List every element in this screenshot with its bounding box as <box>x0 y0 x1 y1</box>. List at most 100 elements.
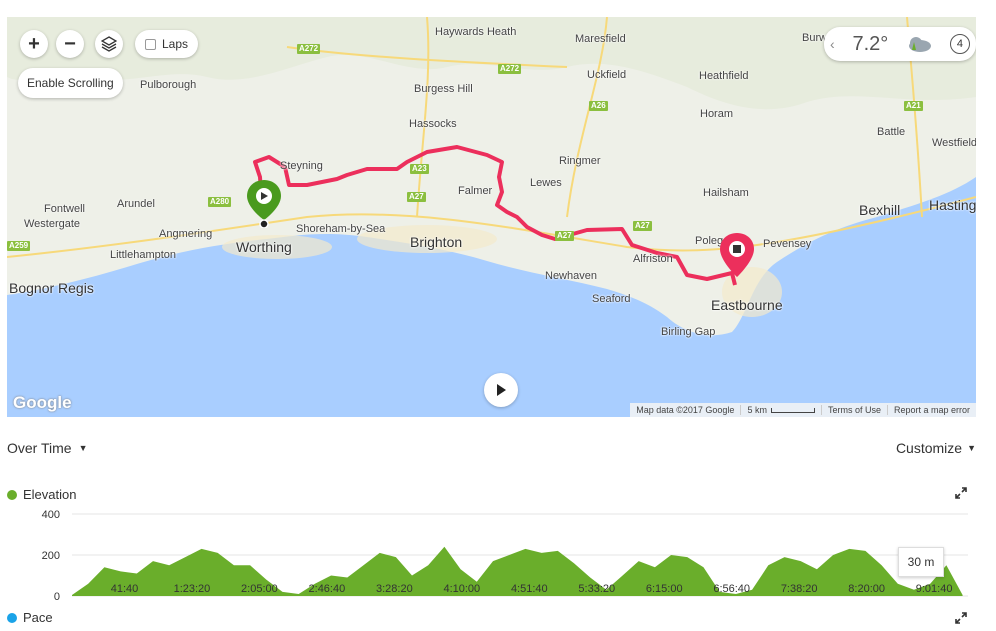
place-label: Burgess Hill <box>414 83 473 95</box>
zoom-out-label: − <box>64 32 76 55</box>
x-tick-label: 7:38:20 <box>781 583 818 595</box>
place-label: Hailsham <box>703 187 749 199</box>
place-label: Westergate <box>24 218 81 230</box>
place-label: Shoreham-by-Sea <box>296 223 386 235</box>
weather-widget[interactable]: ‹ 7.2° 4 <box>824 27 976 61</box>
place-label: Westfield <box>932 137 976 149</box>
scale-line <box>770 408 815 414</box>
x-tick-label: 1:23:20 <box>174 583 211 595</box>
place-label: Seaford <box>592 293 631 305</box>
place-label: Bexhill <box>859 202 901 218</box>
elevation-legend-dot <box>7 489 17 500</box>
zoom-out-button[interactable]: − <box>56 30 84 58</box>
x-tick-label: 2:46:40 <box>309 583 346 595</box>
weather-temperature: 7.2° <box>852 32 889 55</box>
map-base <box>7 17 976 336</box>
y-tick-label: 200 <box>42 550 60 562</box>
road-shield: A21 <box>904 101 923 111</box>
place-label: Maresfield <box>575 33 626 45</box>
caret-down-icon: ▼ <box>967 443 976 453</box>
enable-scrolling-label: Enable Scrolling <box>27 76 114 90</box>
layers-icon <box>101 36 117 52</box>
pace-legend-dot <box>7 612 17 623</box>
layers-button[interactable] <box>95 30 123 58</box>
x-tick-label: 5:33:20 <box>578 583 615 595</box>
place-label: Ringmer <box>559 155 601 167</box>
road-shield: A23 <box>410 164 429 174</box>
road-shield: A259 <box>7 241 31 251</box>
chevron-left-icon[interactable]: ‹ <box>830 36 835 52</box>
wind-speed-badge: 4 <box>949 34 970 54</box>
tooltip-value: 30 m <box>907 555 935 569</box>
x-tick-label: 9:01:40 <box>916 583 953 595</box>
x-tick-label: 4:10:00 <box>443 583 480 595</box>
chart-tooltip: 30 m <box>898 547 944 577</box>
place-label: Heathfield <box>699 70 749 82</box>
x-tick-label: 41:40 <box>111 583 139 595</box>
place-label: Eastbourne <box>711 297 783 313</box>
place-label: Hassocks <box>409 118 457 130</box>
start-marker-icon[interactable] <box>247 180 281 228</box>
play-icon <box>497 384 506 396</box>
place-label: Angmering <box>159 228 213 240</box>
road-shield: A26 <box>589 101 608 111</box>
chart-toolbar: Over Time ▼ Customize ▼ <box>7 440 976 460</box>
laps-toggle[interactable]: Laps <box>135 30 199 58</box>
y-tick-label: 400 <box>42 509 60 521</box>
place-label: Uckfield <box>587 69 627 81</box>
x-tick-label: 8:20:00 <box>848 583 885 595</box>
terms-link[interactable]: Terms of Use <box>820 405 887 415</box>
place-label: Worthing <box>236 239 292 255</box>
scale-bar: 5 km <box>740 405 821 415</box>
pace-chart-title: Pace <box>7 610 53 625</box>
route-map[interactable]: Haywards Heath Maresfield Burgess Hill U… <box>7 17 976 417</box>
report-error-link[interactable]: Report a map error <box>886 405 976 415</box>
place-label: Newhaven <box>545 270 597 282</box>
place-label: Pulborough <box>140 79 197 91</box>
zoom-in-label: + <box>28 32 40 55</box>
road-shield: A280 <box>208 197 232 207</box>
place-label: Haywards Heath <box>435 26 517 38</box>
enable-scrolling-button[interactable]: Enable Scrolling <box>18 68 123 98</box>
zoom-in-button[interactable]: + <box>20 30 48 58</box>
road-shield: A27 <box>633 221 652 231</box>
road-shield: A272 <box>297 44 321 54</box>
place-label: Alfriston <box>633 253 673 265</box>
cloud-icon <box>909 37 932 52</box>
place-label: Pevensey <box>763 238 812 250</box>
place-label: Birling Gap <box>661 326 716 338</box>
place-label: Horam <box>700 108 734 120</box>
laps-checkbox[interactable] <box>145 38 156 50</box>
place-label: Hasting <box>929 197 976 213</box>
over-time-dropdown[interactable]: Over Time ▼ <box>7 440 88 456</box>
place-label: Bognor Regis <box>9 280 94 296</box>
customize-dropdown[interactable]: Customize ▼ <box>896 440 976 456</box>
x-tick-label: 2:05:00 <box>241 583 278 595</box>
scale-label: 5 km <box>747 405 767 415</box>
place-label: Falmer <box>458 185 493 197</box>
y-tick-label: 0 <box>54 591 60 600</box>
expand-icon[interactable] <box>955 612 967 624</box>
expand-icon[interactable] <box>955 487 967 499</box>
x-tick-label: 6:56:40 <box>713 583 750 595</box>
x-tick-label: 6:15:00 <box>646 583 683 595</box>
customize-label: Customize <box>895 440 963 456</box>
laps-label: Laps <box>162 37 189 51</box>
road-shield: A27 <box>555 231 574 241</box>
road-shield: A272 <box>498 64 522 74</box>
place-label: Arundel <box>117 198 155 210</box>
x-tick-label: 3:28:20 <box>376 583 413 595</box>
map-attribution: Map data ©2017 Google 5 km Terms of Use … <box>630 403 976 417</box>
place-label: Lewes <box>530 177 562 189</box>
play-button[interactable] <box>484 373 518 407</box>
road-shield: A27 <box>407 192 426 202</box>
finish-marker-icon[interactable] <box>720 233 754 281</box>
place-label: Littlehampton <box>110 249 177 261</box>
elevation-chart[interactable]: 0 200 400 41:40 1:23:20 2:05:00 2:46:40 3:28:20… <box>0 500 996 600</box>
caret-down-icon: ▼ <box>78 443 88 453</box>
place-label: Steyning <box>280 160 323 172</box>
pace-label: Pace <box>23 610 53 625</box>
place-label: Battle <box>877 126 906 138</box>
x-tick-label: 4:51:40 <box>511 583 548 595</box>
map-data-credit: Map data ©2017 Google <box>636 405 735 415</box>
